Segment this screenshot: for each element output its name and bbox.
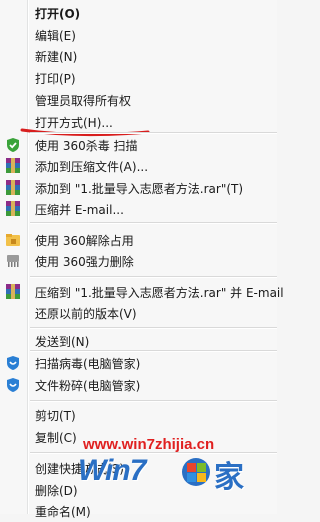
shredder-icon <box>7 255 19 267</box>
winrar-icon <box>6 158 20 173</box>
menu-item-label: 编辑(E) <box>35 29 76 43</box>
menu-item-open-with[interactable]: 打开方式(H)... <box>0 111 277 133</box>
menu-separator <box>30 327 277 329</box>
menu-item-take-ownership[interactable]: 管理员取得所有权 <box>0 89 277 111</box>
site-watermark: www.win7zhijia.cn Win7 家 <box>78 434 277 495</box>
menu-item-label: 添加到压缩文件(A)... <box>35 160 149 174</box>
360-shield-icon <box>7 138 19 152</box>
menu-item-label: 管理员取得所有权 <box>35 94 132 108</box>
menu-item-rename[interactable]: 重命名(M) <box>0 500 277 522</box>
menu-item-360-force-delete[interactable]: 使用 360强力删除 <box>0 250 277 272</box>
watermark-logo-text: Win7 <box>78 454 146 487</box>
menu-item-compress-email[interactable]: 压缩并 E-mail... <box>0 198 277 220</box>
watermark-url: www.win7zhijia.cn <box>83 436 215 453</box>
menu-separator <box>30 222 277 224</box>
menu-item-label: 使用 360解除占用 <box>35 234 134 248</box>
menu-separator <box>30 350 277 352</box>
folder-unlock-icon <box>6 234 20 246</box>
menu-item-label: 扫描病毒(电脑管家) <box>35 357 141 371</box>
winrar-icon <box>6 180 20 195</box>
winrar-icon <box>6 284 20 299</box>
menu-item-file-shred-pc-manager[interactable]: 文件粉碎(电脑管家) <box>0 374 277 396</box>
menu-item-label: 使用 360杀毒 扫描 <box>35 139 138 153</box>
menu-separator <box>30 132 277 134</box>
menu-item-label: 打印(P) <box>35 72 76 86</box>
menu-item-restore-previous[interactable]: 还原以前的版本(V) <box>0 302 277 324</box>
windows-flag-icon <box>182 458 210 486</box>
menu-item-label: 打开方式(H)... <box>35 116 113 130</box>
menu-item-360-scan[interactable]: 使用 360杀毒 扫描 <box>0 134 277 156</box>
menu-item-add-to-rar[interactable]: 添加到 "1.批量导入志愿者方法.rar"(T) <box>0 177 277 199</box>
winrar-icon <box>6 201 20 216</box>
menu-separator <box>30 400 277 402</box>
menu-separator <box>30 276 277 278</box>
menu-item-360-unlock[interactable]: 使用 360解除占用 <box>0 229 277 251</box>
menu-item-label: 重命名(M) <box>35 505 91 519</box>
menu-item-virus-scan-pc-manager[interactable]: 扫描病毒(电脑管家) <box>0 352 277 374</box>
menu-item-label: 压缩并 E-mail... <box>35 203 124 217</box>
menu-item-label: 使用 360强力删除 <box>35 255 134 269</box>
menu-item-label: 发送到(N) <box>35 335 90 349</box>
menu-item-label: 还原以前的版本(V) <box>35 307 137 321</box>
menu-item-label: 文件粉碎(电脑管家) <box>35 379 141 393</box>
watermark-logo-suffix: 家 <box>214 460 244 495</box>
menu-item-new[interactable]: 新建(N) <box>0 45 277 67</box>
menu-item-label: 复制(C) <box>35 431 77 445</box>
menu-item-edit[interactable]: 编辑(E) <box>0 24 277 46</box>
pc-manager-shield-icon <box>7 356 19 370</box>
menu-item-label: 压缩到 "1.批量导入志愿者方法.rar" 并 E-mail <box>35 286 284 300</box>
menu-item-add-to-archive[interactable]: 添加到压缩文件(A)... <box>0 155 277 177</box>
context-menu: 打开(O) 编辑(E) 新建(N) 打印(P) 管理员取得所有权 打开方式(H)… <box>0 0 284 519</box>
menu-item-label: 删除(D) <box>35 484 78 498</box>
menu-item-cut[interactable]: 剪切(T) <box>0 404 277 426</box>
pc-manager-shield-icon <box>7 378 19 392</box>
menu-item-send-to[interactable]: 发送到(N) <box>0 330 277 352</box>
menu-item-print[interactable]: 打印(P) <box>0 67 277 89</box>
menu-item-label: 打开(O) <box>35 7 81 21</box>
menu-item-open[interactable]: 打开(O) <box>0 2 277 24</box>
menu-item-label: 添加到 "1.批量导入志愿者方法.rar"(T) <box>35 182 244 196</box>
menu-item-label: 新建(N) <box>35 50 78 64</box>
menu-item-label: 剪切(T) <box>35 409 76 423</box>
menu-item-compress-rar-email[interactable]: 压缩到 "1.批量导入志愿者方法.rar" 并 E-mail <box>0 281 284 303</box>
